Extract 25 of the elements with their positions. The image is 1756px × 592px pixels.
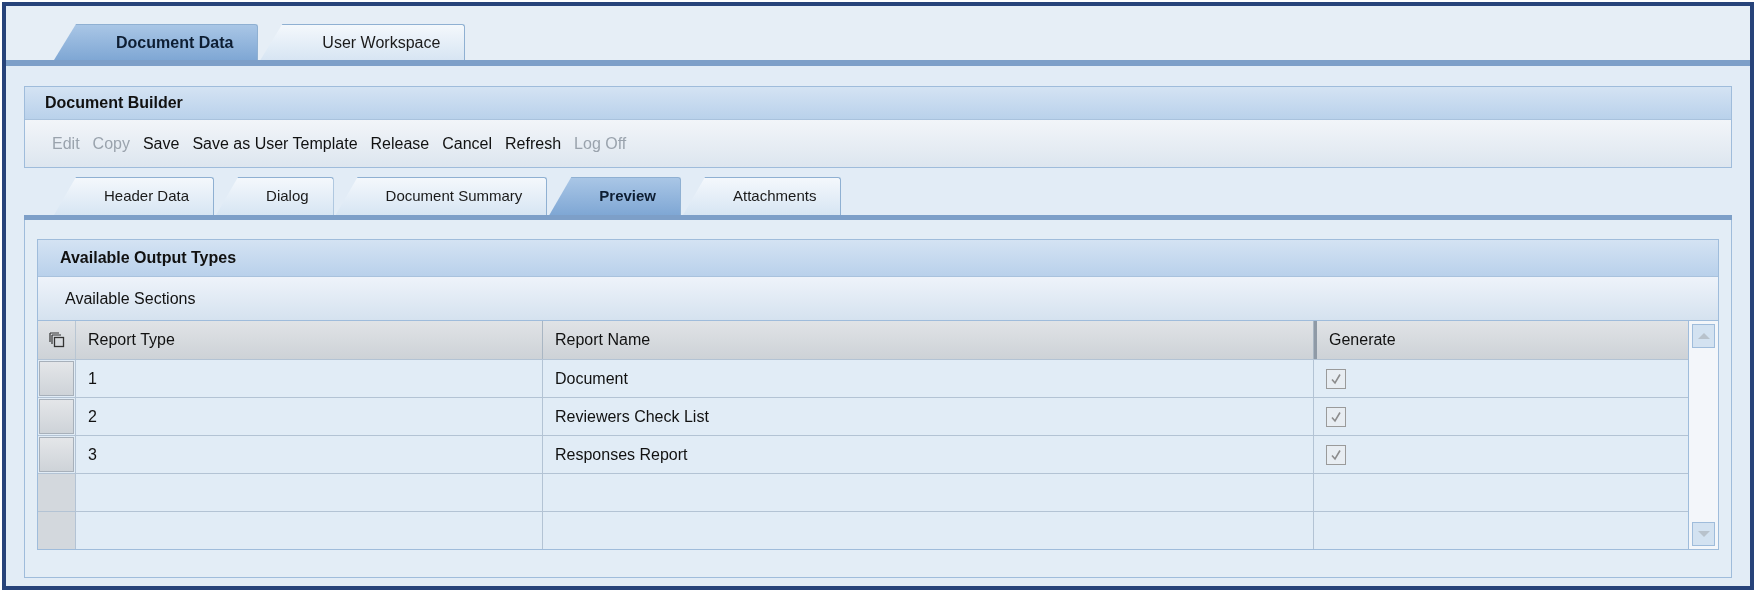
select-all-icon[interactable] [48, 332, 65, 348]
tab[interactable]: Document Data [54, 24, 259, 60]
panel-title: Document Builder [25, 87, 1731, 119]
tab[interactable]: User Workspace [260, 24, 466, 60]
tab[interactable]: Header Data [54, 177, 215, 215]
tab[interactable]: Document Summary [335, 177, 548, 215]
toolbar-button[interactable]: Save as User Template [192, 131, 358, 156]
toolbar-button[interactable]: Save [142, 131, 180, 156]
toolbar-button[interactable]: Release [370, 131, 430, 156]
tab[interactable]: Attachments [683, 177, 842, 215]
tab[interactable]: Dialog [216, 177, 334, 215]
scroll-up-icon[interactable] [1692, 324, 1715, 348]
checkmark-icon [1330, 372, 1342, 385]
section-title: Available Sections [38, 276, 1718, 320]
scrollbar[interactable] [1688, 321, 1718, 549]
checkmark-icon [1330, 410, 1342, 423]
toolbar-button[interactable]: Cancel [442, 131, 493, 156]
row-selector[interactable] [39, 437, 74, 472]
checkmark-icon [1330, 448, 1342, 461]
tab[interactable]: Preview [549, 177, 682, 215]
panel-title: Available Output Types [38, 240, 1718, 276]
scroll-down-icon[interactable] [1692, 522, 1715, 546]
toolbar-button[interactable]: Refresh [505, 131, 562, 156]
row-selector[interactable] [39, 399, 74, 434]
row-selector[interactable] [39, 361, 74, 396]
